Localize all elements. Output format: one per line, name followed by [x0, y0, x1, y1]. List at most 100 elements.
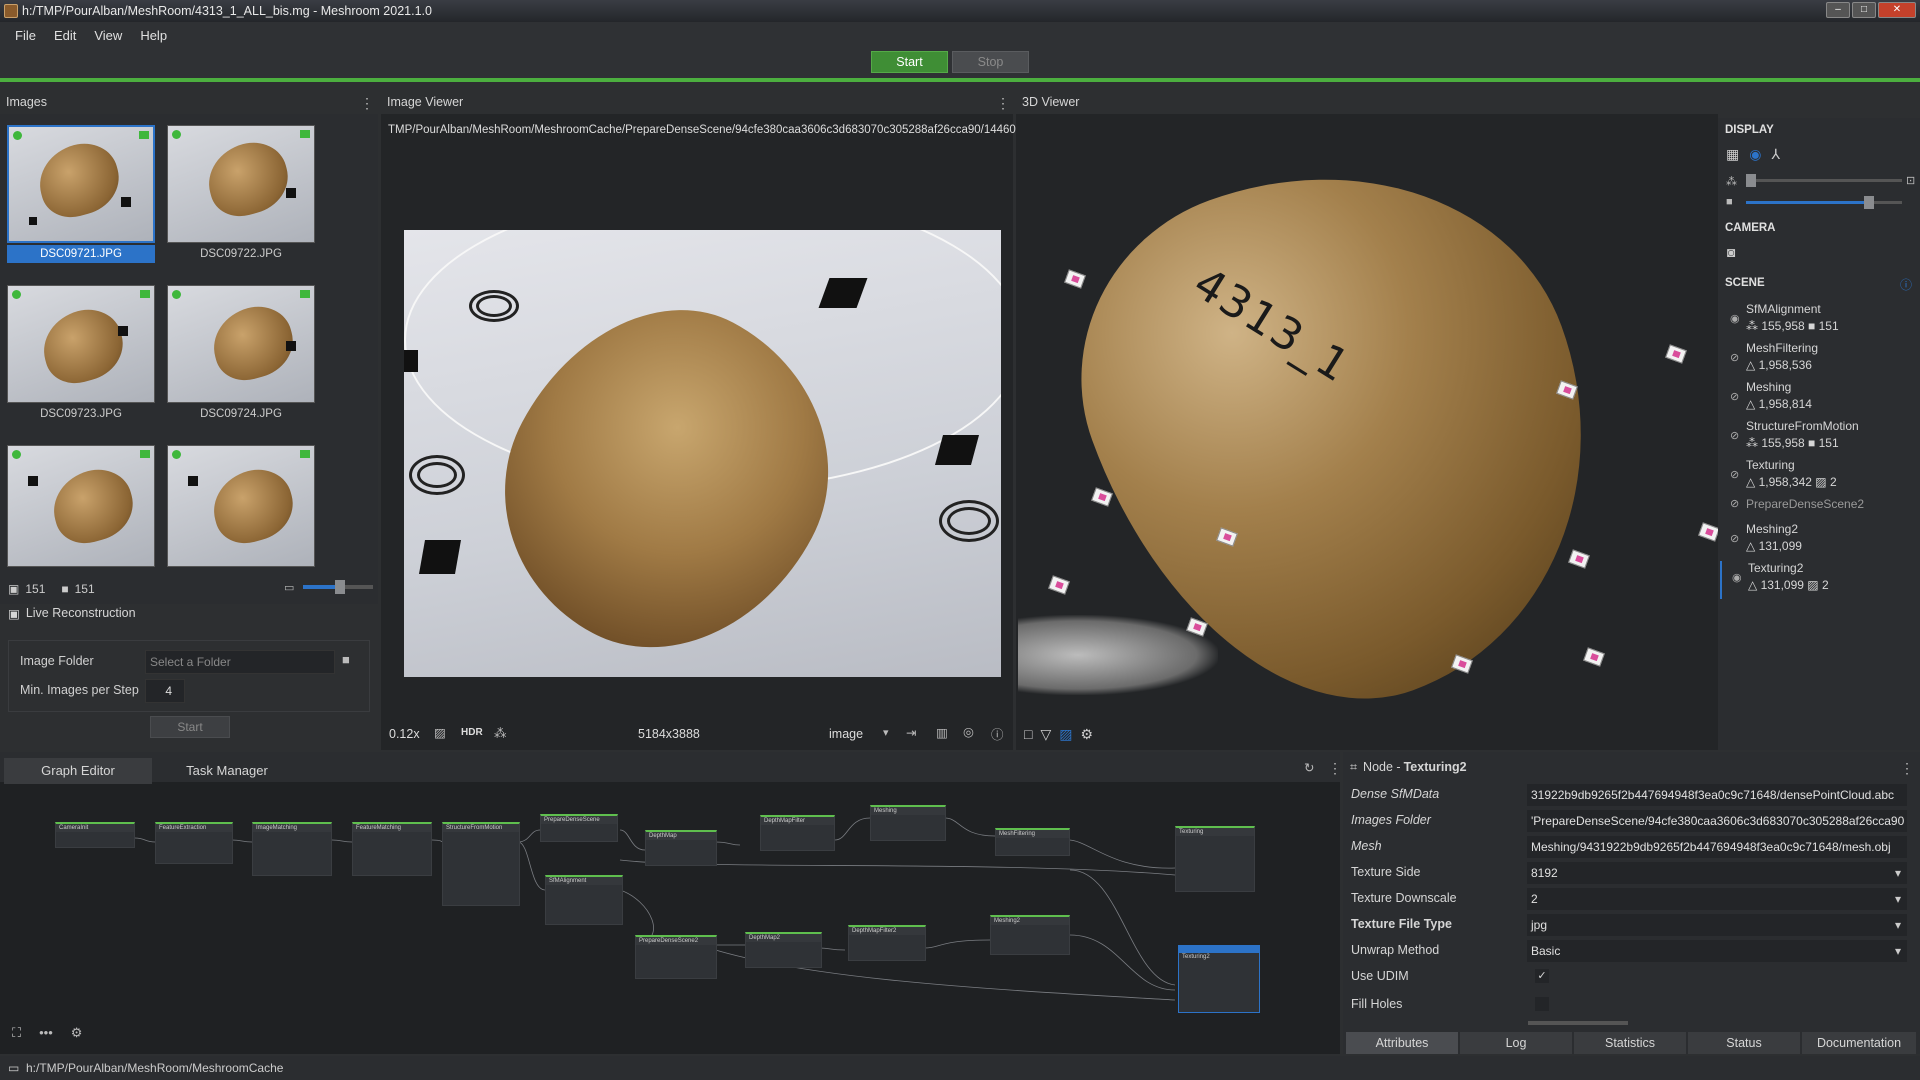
- graph-menu-icon[interactable]: [1328, 760, 1332, 774]
- stop-button[interactable]: Stop: [952, 51, 1029, 73]
- image-thumbnail[interactable]: DSC09723.JPG: [7, 285, 157, 435]
- graph-node-imagematching[interactable]: ImageMatching: [252, 822, 332, 876]
- eye-off-icon[interactable]: ⊘: [1730, 429, 1739, 442]
- image-thumbnail[interactable]: DSC09724.JPG: [167, 285, 317, 435]
- bbox-icon[interactable]: □: [1024, 726, 1032, 742]
- scene-item[interactable]: ⊘ PrepareDenseScene2: [1730, 497, 1915, 523]
- image-thumbnail[interactable]: [7, 445, 157, 595]
- unwrap-method-select[interactable]: Basic: [1527, 940, 1907, 962]
- texture-downscale-select[interactable]: 2: [1527, 888, 1907, 910]
- scene-info-icon[interactable]: ⓘ: [1900, 276, 1912, 293]
- attr-value-field[interactable]: Meshing/9431922b9db9265f2b447694948f3ea0…: [1527, 836, 1907, 858]
- frustum-icon[interactable]: ▽: [1040, 726, 1051, 743]
- scene-item[interactable]: ⊘ MeshFiltering △ 1,958,536: [1730, 341, 1915, 379]
- image-thumbnail[interactable]: DSC09722.JPG: [167, 125, 317, 275]
- camera-snapshot-icon[interactable]: ◙: [1727, 244, 1735, 260]
- tab-status[interactable]: Status: [1688, 1032, 1800, 1054]
- eye-off-icon[interactable]: ⊘: [1730, 390, 1739, 403]
- scene-item[interactable]: ⊘ StructureFromMotion ⁂ 155,958 ■ 151: [1730, 419, 1915, 457]
- graph-node-featurematching[interactable]: FeatureMatching: [352, 822, 432, 876]
- min-images-stepper[interactable]: 4: [145, 679, 185, 703]
- scene-item-selected[interactable]: ◉ Texturing2 △ 131,099 ▨ 2: [1720, 561, 1905, 599]
- eye-off-icon[interactable]: ⊘: [1730, 351, 1739, 364]
- graph-settings-icon[interactable]: ⚙: [71, 1025, 83, 1041]
- graph-node-meshing2[interactable]: Meshing2: [990, 915, 1070, 955]
- fit-view-icon[interactable]: ⊡: [1906, 174, 1915, 187]
- refresh-icon[interactable]: ↻: [1304, 760, 1314, 775]
- attr-value-field[interactable]: 31922b9db9265f2b447694948f3ea0c9c71648/d…: [1527, 784, 1907, 806]
- node-menu-icon[interactable]: [1900, 760, 1904, 774]
- attr-scrollbar[interactable]: [1528, 1021, 1628, 1025]
- image-mode-select[interactable]: image: [829, 727, 863, 741]
- fullscreen-icon[interactable]: ⛶: [12, 1025, 21, 1041]
- graph-node-preparedensescene[interactable]: PrepareDenseScene: [540, 814, 618, 842]
- menu-help[interactable]: Help: [131, 28, 176, 43]
- point-size-slider[interactable]: [1746, 174, 1902, 187]
- tab-documentation[interactable]: Documentation: [1802, 1032, 1916, 1054]
- grid-icon[interactable]: ▦: [1726, 146, 1739, 163]
- image-folder-input[interactable]: Select a Folder: [145, 650, 335, 674]
- close-button[interactable]: ✕: [1878, 2, 1916, 18]
- scene-item[interactable]: ⊘ Meshing2 △ 131,099: [1730, 522, 1915, 560]
- eye-icon[interactable]: ◉: [1730, 312, 1740, 325]
- histogram-icon[interactable]: ▥: [936, 725, 948, 740]
- thumbnail-size-slider[interactable]: [303, 580, 373, 594]
- graph-node-depthmap[interactable]: DepthMap: [645, 830, 717, 866]
- graph-node-cameraInit[interactable]: CameraInit: [55, 822, 135, 848]
- minimize-button[interactable]: –: [1826, 2, 1850, 18]
- viewer-image[interactable]: [404, 230, 1001, 677]
- images-menu-icon[interactable]: [360, 95, 364, 109]
- folder-icon[interactable]: ■: [342, 652, 350, 667]
- more-icon[interactable]: •••: [39, 1025, 53, 1041]
- graph-node-texturing[interactable]: Texturing: [1175, 826, 1255, 892]
- image-viewer-menu-icon[interactable]: [996, 95, 1000, 109]
- live-start-button[interactable]: Start: [150, 716, 230, 738]
- graph-editor[interactable]: [0, 752, 1340, 1054]
- settings-icon[interactable]: ⚙: [1080, 726, 1093, 743]
- eye-off-icon[interactable]: ⊘: [1730, 468, 1739, 481]
- globe-icon[interactable]: ◎: [963, 724, 974, 739]
- image-thumbnail[interactable]: DSC09721.JPG: [7, 125, 157, 275]
- maximize-button[interactable]: □: [1852, 2, 1876, 18]
- tab-task-manager[interactable]: Task Manager: [152, 758, 302, 784]
- live-reconstruction-header[interactable]: ▣ Live Reconstruction: [8, 606, 136, 621]
- camera-scale-slider[interactable]: [1746, 196, 1902, 209]
- eye-off-icon[interactable]: ⊘: [1730, 497, 1739, 510]
- graph-node-depthmapfilter2[interactable]: DepthMapFilter2: [848, 925, 926, 961]
- eye-off-icon[interactable]: ⊘: [1730, 532, 1739, 545]
- hatch-icon[interactable]: ▨: [434, 725, 446, 740]
- graph-node-preparedensescene2[interactable]: PrepareDenseScene2: [635, 935, 717, 979]
- texture-icon[interactable]: ▨: [1059, 726, 1072, 743]
- tab-statistics[interactable]: Statistics: [1574, 1032, 1686, 1054]
- tab-attributes[interactable]: Attributes: [1346, 1032, 1458, 1054]
- graph-node-meshing[interactable]: Meshing: [870, 805, 946, 841]
- tab-graph-editor[interactable]: Graph Editor: [4, 758, 152, 784]
- graph-node-depthmap2[interactable]: DepthMap2: [745, 932, 822, 968]
- start-button[interactable]: Start: [871, 51, 948, 73]
- scene-item[interactable]: ◉ SfMAlignment ⁂ 155,958 ■ 151: [1730, 302, 1915, 340]
- axis-icon[interactable]: ⅄: [1771, 146, 1780, 163]
- attr-value-field[interactable]: 'PrepareDenseScene/94cfe380caa3606c3d683…: [1527, 810, 1907, 832]
- scene-item[interactable]: ⊘ Texturing △ 1,958,342 ▨ 2: [1730, 458, 1915, 496]
- info-icon[interactable]: ⓘ: [991, 724, 1004, 743]
- menu-file[interactable]: File: [6, 28, 45, 43]
- hdr-toggle[interactable]: HDR: [461, 727, 483, 738]
- eye-icon[interactable]: ◉: [1732, 571, 1742, 584]
- image-thumbnail[interactable]: [167, 445, 317, 595]
- texture-file-type-select[interactable]: jpg: [1527, 914, 1907, 936]
- mode-dropdown-icon[interactable]: ▾: [883, 726, 889, 739]
- graph-node-depthmapfilter[interactable]: DepthMapFilter: [760, 815, 835, 851]
- graph-node-featureextraction[interactable]: FeatureExtraction: [155, 822, 233, 864]
- tab-log[interactable]: Log: [1460, 1032, 1572, 1054]
- graph-node-texturing2[interactable]: Texturing2: [1178, 945, 1260, 1013]
- graph-node-meshfiltering[interactable]: MeshFiltering: [995, 828, 1070, 856]
- graph-node-sfm[interactable]: StructureFromMotion: [442, 822, 520, 906]
- fill-holes-checkbox[interactable]: [1535, 997, 1549, 1011]
- fit-icon[interactable]: ⇥: [906, 725, 916, 740]
- menu-edit[interactable]: Edit: [45, 28, 85, 43]
- use-udim-checkbox[interactable]: ✓: [1535, 969, 1549, 983]
- features-icon[interactable]: ⁂: [494, 725, 507, 740]
- texture-side-select[interactable]: 8192: [1527, 862, 1907, 884]
- scene-item[interactable]: ⊘ Meshing △ 1,958,814: [1730, 380, 1915, 418]
- gizmo-icon[interactable]: ◉: [1749, 146, 1761, 163]
